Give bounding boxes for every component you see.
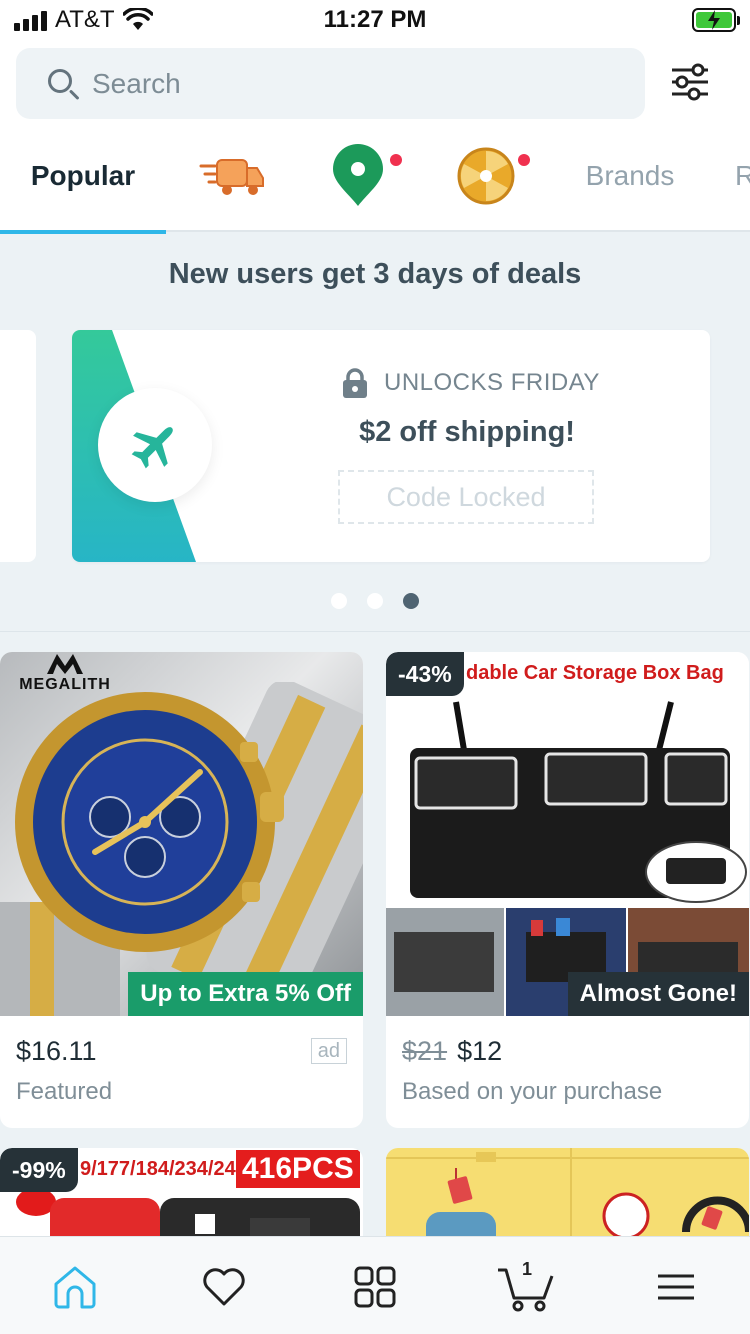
product-card[interactable]: MEGALITH Up to Extra 5% Off $16.11 ad Fe… [0, 652, 363, 1128]
nav-wishlist[interactable] [200, 1263, 248, 1311]
nav-menu[interactable] [652, 1263, 700, 1311]
lock-icon [343, 368, 367, 398]
price-row: $21 $12 [402, 1036, 502, 1067]
bottom-nav: 1 [0, 1236, 750, 1334]
product-image-car-storage: dable Car Storage Box Bag -43% Almost Go… [386, 652, 749, 1016]
carousel-dots [0, 593, 750, 609]
search-input[interactable] [92, 67, 592, 100]
carousel-dot-active[interactable] [403, 593, 419, 609]
discount-badge: -43% [386, 652, 464, 696]
product-sublabel: Featured [16, 1078, 113, 1105]
discount-badge: -99% [0, 1148, 78, 1192]
tab-next[interactable]: R [735, 120, 750, 232]
price: $16.11 [16, 1036, 97, 1066]
status-bar: AT&T 11:27 PM [0, 0, 750, 40]
nav-home[interactable] [51, 1263, 99, 1311]
promo-card[interactable]: UNLOCKS FRIDAY $2 off shipping! Code Loc… [72, 330, 710, 562]
plane-badge [98, 388, 212, 502]
search-bar[interactable] [16, 48, 645, 119]
location-pin-icon [333, 144, 383, 206]
carousel-dot[interactable] [367, 593, 383, 609]
image-caption: 9/177/184/234/241/ [80, 1158, 253, 1180]
search-icon [46, 67, 80, 101]
product-sublabel: Based on your purchase [402, 1078, 663, 1105]
airplane-icon [131, 427, 173, 469]
promo-title: New users get 3 days of deals [168, 258, 582, 290]
tab-nearby[interactable] [310, 120, 406, 232]
watch-image [0, 682, 363, 1016]
image-caption-big: 416PCS [236, 1150, 360, 1188]
menu-icon [658, 1274, 694, 1300]
storage-bag-image [386, 701, 749, 1016]
tab-brands[interactable]: Brands [575, 120, 685, 232]
tab-fast-shipping[interactable] [184, 120, 280, 232]
status-time: 11:27 PM [323, 6, 427, 33]
heart-icon [203, 1268, 245, 1306]
carousel-dot[interactable] [331, 593, 347, 609]
tab-spin-wheel[interactable] [438, 120, 534, 232]
price: $12 [457, 1036, 503, 1066]
notification-dot [390, 154, 402, 166]
grid-icon [354, 1266, 396, 1308]
category-tabs: Popular Brands R [0, 120, 750, 234]
price-row: $16.11 [16, 1036, 97, 1067]
filter-button[interactable] [670, 62, 710, 102]
tab-popular[interactable]: Popular [0, 120, 166, 234]
ad-badge: ad [310, 1038, 347, 1064]
nav-categories[interactable] [351, 1263, 399, 1311]
search-header [0, 40, 750, 120]
unlock-row: UNLOCKS FRIDAY [342, 368, 600, 398]
code-locked-field[interactable]: Code Locked [338, 470, 594, 524]
cart-count: 1 [522, 1259, 533, 1279]
product-card[interactable]: dable Car Storage Box Bag -43% Almost Go… [386, 652, 749, 1128]
divider [0, 631, 750, 632]
fast-shipping-truck-icon [199, 159, 264, 195]
sliders-icon [672, 63, 708, 101]
notification-dot [518, 154, 530, 166]
battery-icon [692, 8, 740, 32]
unlock-label: UNLOCKS FRIDAY [384, 369, 600, 396]
old-price: $21 [402, 1036, 448, 1066]
product-banner: Up to Extra 5% Off [128, 972, 363, 1016]
wheel-icon [457, 147, 515, 205]
previous-promo-card[interactable] [0, 330, 36, 562]
nav-cart[interactable]: 1 [496, 1259, 556, 1312]
product-banner: Almost Gone! [567, 972, 749, 1016]
product-image-watch: MEGALITH Up to Extra 5% Off [0, 652, 363, 1016]
promo-offer: $2 off shipping! [359, 416, 575, 448]
home-icon [54, 1266, 96, 1309]
